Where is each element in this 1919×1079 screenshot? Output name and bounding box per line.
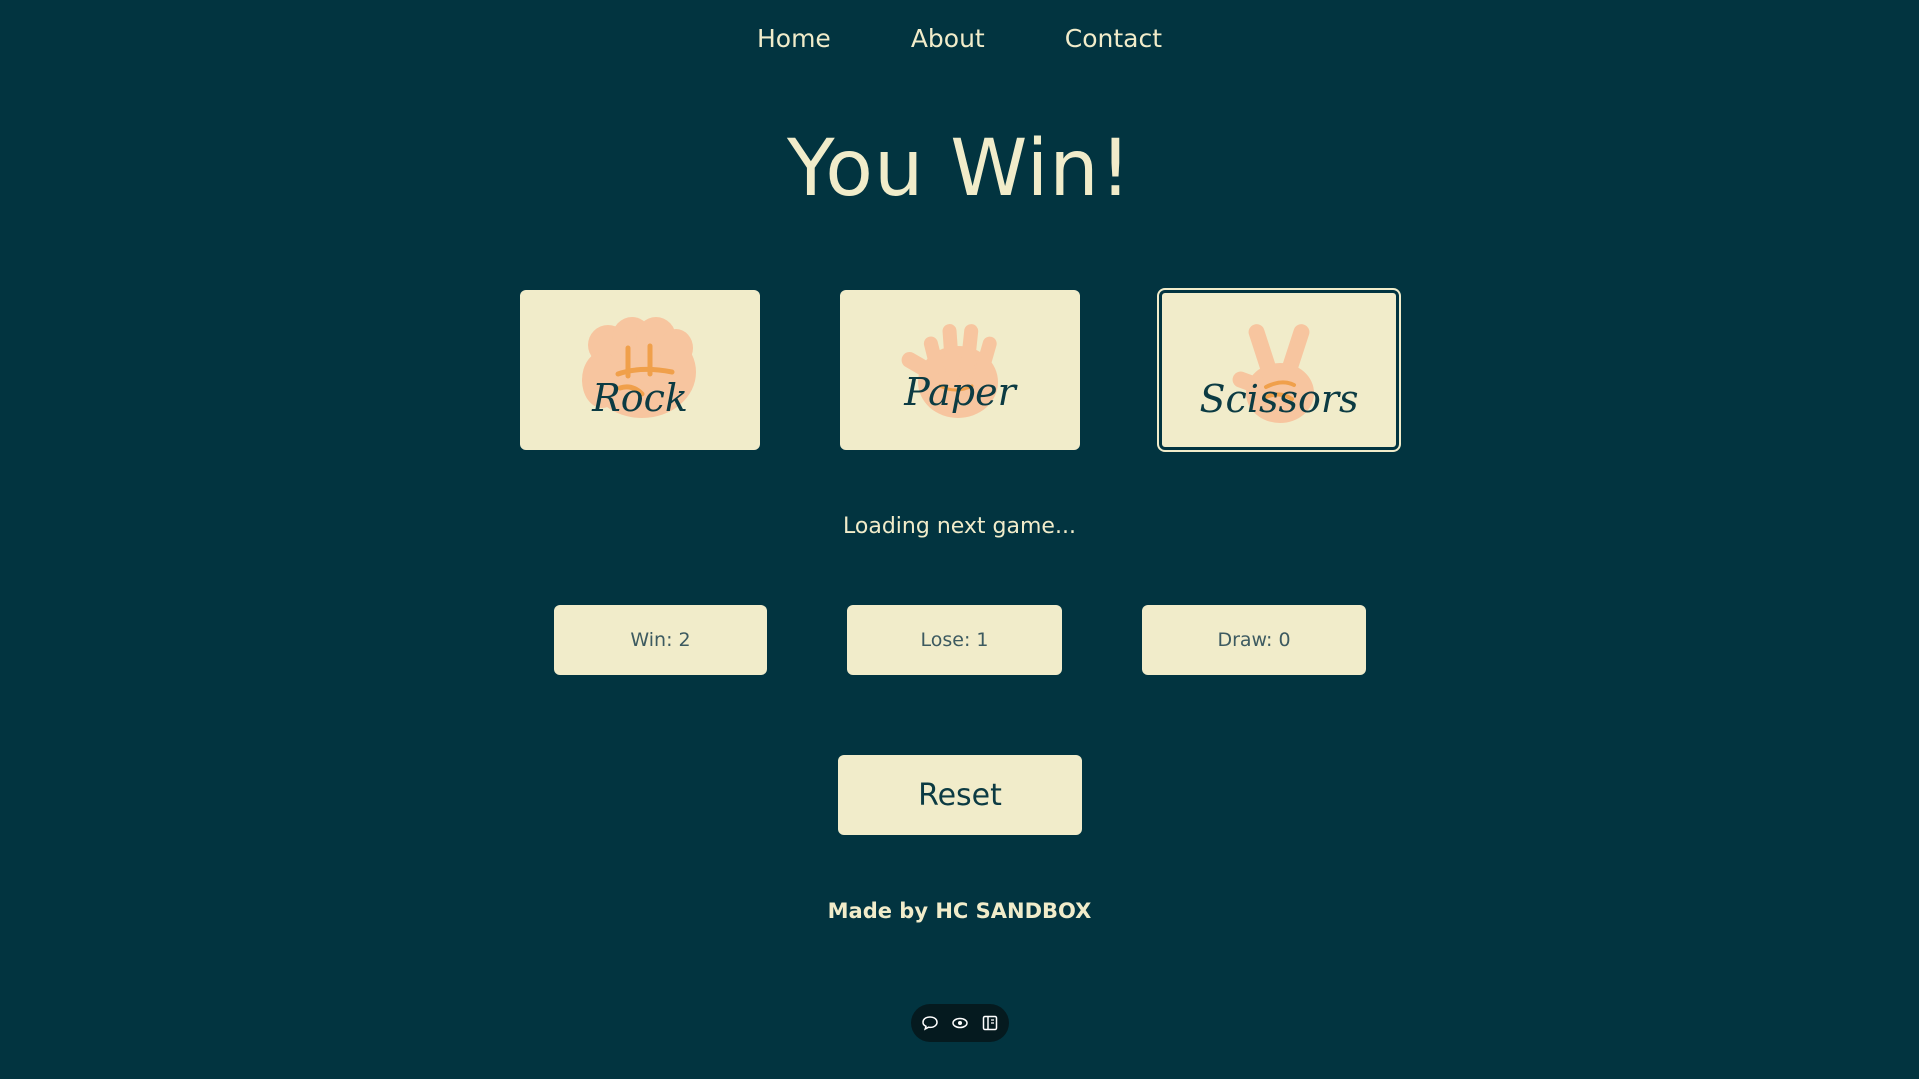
choice-rock-button[interactable]: Rock [520, 290, 760, 450]
choice-scissors-button[interactable]: Scissors [1159, 290, 1399, 450]
nav-link-contact[interactable]: Contact [1065, 24, 1162, 53]
layout-icon[interactable] [980, 1013, 1000, 1033]
win-score-badge: Win: 2 [554, 605, 767, 675]
choice-scissors-label: Scissors [1199, 377, 1359, 421]
choice-paper-button[interactable]: Paper [840, 290, 1080, 450]
nav-link-about[interactable]: About [911, 24, 985, 53]
floating-toolbar [911, 1004, 1009, 1042]
footer-credit: Made by HC SANDBOX [827, 899, 1092, 923]
comment-icon[interactable] [920, 1013, 940, 1033]
draw-score-badge: Draw: 0 [1142, 605, 1366, 675]
top-nav: Home About Contact [0, 24, 1919, 53]
choice-rock-label: Rock [592, 376, 688, 420]
fist-icon [582, 317, 696, 418]
reset-button[interactable]: Reset [838, 755, 1082, 835]
eye-icon[interactable] [950, 1013, 970, 1033]
result-title: You Win! [786, 124, 1133, 214]
choice-paper-label: Paper [904, 370, 1016, 414]
peace-hand-icon [1232, 324, 1314, 423]
lose-score-badge: Lose: 1 [847, 605, 1062, 675]
status-text: Loading next game... [843, 514, 1076, 539]
nav-link-home[interactable]: Home [757, 24, 831, 53]
